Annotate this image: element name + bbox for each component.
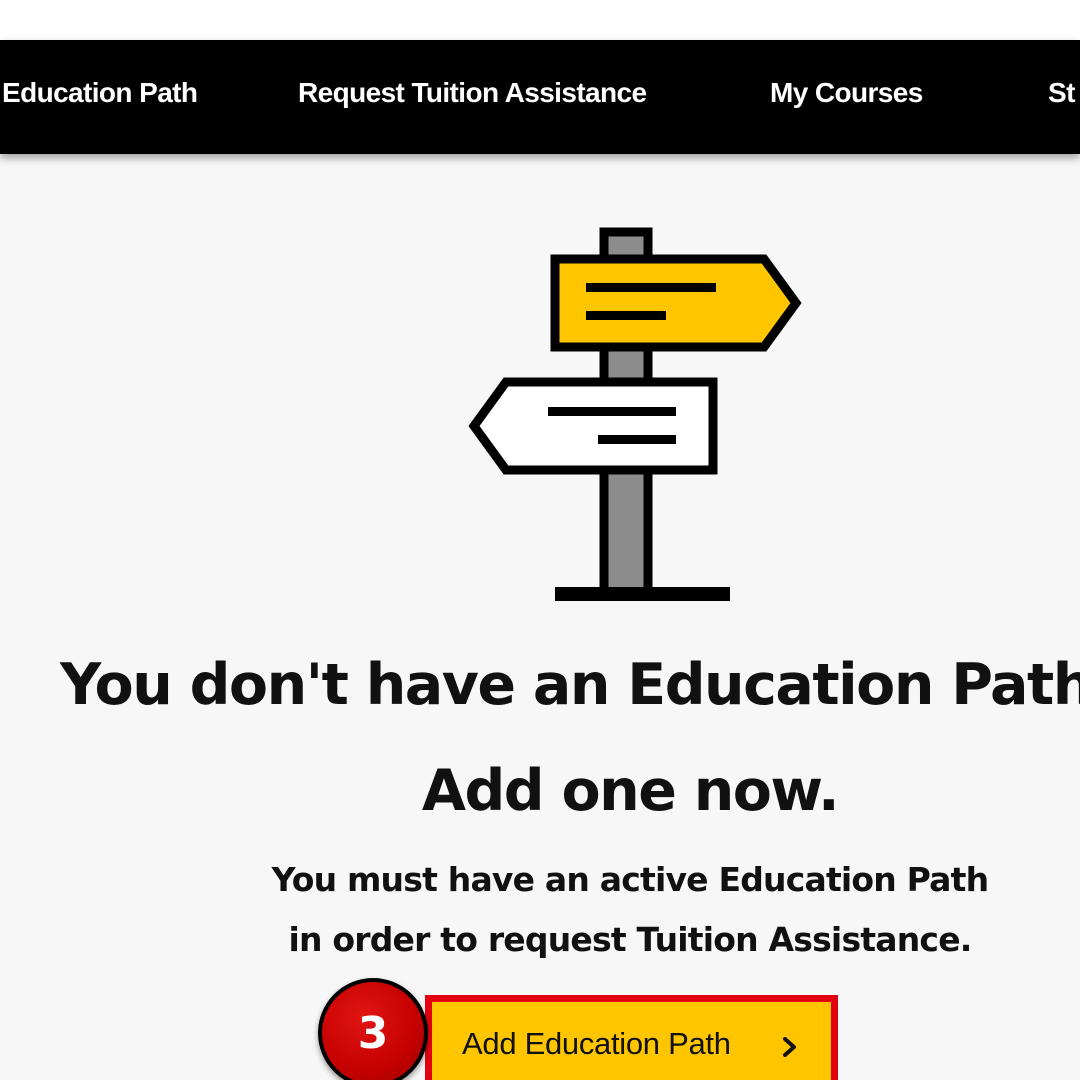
signpost-icon xyxy=(468,227,802,601)
add-education-path-label: Add Education Path xyxy=(462,1026,731,1061)
step-number-badge: 3 xyxy=(318,978,428,1080)
empty-state-message-line-2: in order to request Tuition Assistance. xyxy=(288,920,972,959)
empty-state-subheadline: Add one now. xyxy=(421,758,840,824)
add-education-path-button[interactable]: Add Education Path xyxy=(432,1002,831,1080)
nav-item-request-tuition-assistance[interactable]: Request Tuition Assistance xyxy=(298,40,647,154)
empty-state-message-line-1: You must have an active Education Path xyxy=(271,860,989,899)
chevron-right-icon xyxy=(783,1037,796,1057)
main-nav: Education Path Request Tuition Assistanc… xyxy=(0,40,1080,154)
page: Education Path Request Tuition Assistanc… xyxy=(0,0,1080,1080)
step-number: 3 xyxy=(357,1008,389,1059)
nav-item-truncated[interactable]: St xyxy=(1048,40,1075,154)
nav-item-my-courses[interactable]: My Courses xyxy=(770,40,923,154)
headline-text: You don't have an Education Path xyxy=(60,652,1080,718)
nav-item-education-path[interactable]: Education Path xyxy=(2,40,198,154)
top-strip xyxy=(0,0,1080,40)
empty-state-headline: You don't have an Education Path xyxy=(0,652,1080,732)
